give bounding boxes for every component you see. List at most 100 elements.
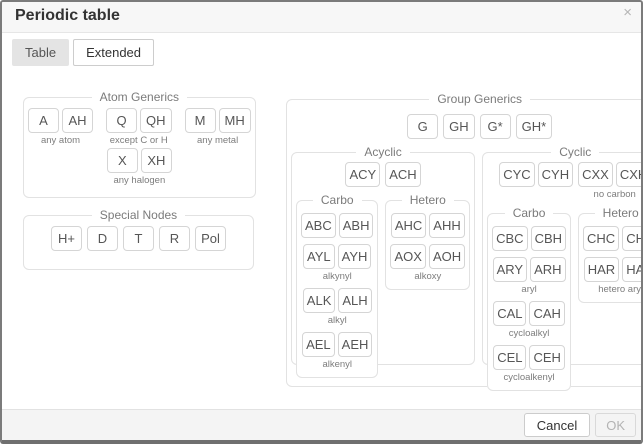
button-pol[interactable]: Pol	[195, 226, 226, 251]
button-cel[interactable]: CEL	[493, 345, 526, 370]
pair-caption: any halogen	[113, 175, 165, 186]
special-nodes-section: Special Nodes H+ D T R Pol	[23, 208, 254, 270]
button-pair-aryl: ARY ARH aryl	[492, 257, 566, 295]
button-g[interactable]: G	[407, 114, 438, 139]
special-nodes-legend: Special Nodes	[92, 208, 185, 222]
button-t[interactable]: T	[123, 226, 154, 251]
button-pair-alkoxy: AOX AOH alkoxy	[390, 244, 465, 282]
periodic-table-dialog: Periodic table × Table Extended Atom Gen…	[0, 0, 643, 444]
cancel-button[interactable]: Cancel	[524, 413, 590, 437]
cyclic-section: Cyclic CYC CYH CXX CXH no carbon	[482, 145, 643, 365]
button-d[interactable]: D	[87, 226, 118, 251]
close-icon[interactable]: ×	[623, 5, 632, 20]
button-hah[interactable]: HAH	[622, 257, 643, 282]
button-har[interactable]: HAR	[584, 257, 619, 282]
acyclic-hetero-section: Hetero AHC AHH AOX AOH	[385, 193, 470, 290]
cyclic-hetero-legend: Hetero	[595, 206, 643, 220]
button-aox[interactable]: AOX	[390, 244, 425, 269]
button-pair-except-c-or-h: Q QH except C or H	[106, 108, 172, 146]
button-pair-no-carbon: CXX CXH no carbon	[578, 162, 643, 200]
group-generics-row: G GH G* GH*	[291, 114, 643, 139]
pair-caption: any metal	[197, 135, 238, 146]
button-pair: ABC ABH	[301, 213, 373, 238]
atom-generics-legend: Atom Generics	[92, 90, 187, 104]
button-cal[interactable]: CAL	[493, 301, 526, 326]
button-alh[interactable]: ALH	[338, 288, 371, 313]
button-pair-cycloalkenyl: CEL CEH cycloalkenyl	[492, 345, 566, 383]
pair-caption: hetero aryl	[598, 284, 643, 295]
cyclic-columns: Carbo CBC CBH ARY ARH a	[487, 206, 643, 391]
pair-caption: no carbon	[594, 189, 636, 200]
acyclic-legend: Acyclic	[356, 145, 409, 159]
button-acy[interactable]: ACY	[345, 162, 380, 187]
button-r[interactable]: R	[159, 226, 190, 251]
special-nodes-row: H+ D T R Pol	[28, 226, 249, 251]
cyclic-carbo-section: Carbo CBC CBH ARY ARH a	[487, 206, 571, 391]
pair-caption: alkoxy	[414, 271, 441, 282]
button-xh[interactable]: XH	[141, 148, 172, 173]
atom-generics-row2: X XH any halogen	[28, 148, 251, 186]
acyclic-carbo-legend: Carbo	[313, 193, 362, 207]
acyclic-carbo-section: Carbo ABC ABH AYL AYH a	[296, 193, 378, 378]
cyclic-carbo-legend: Carbo	[505, 206, 554, 220]
pair-caption: cycloalkenyl	[503, 372, 554, 383]
pair-caption: alkenyl	[322, 359, 352, 370]
button-chc[interactable]: CHC	[583, 226, 619, 251]
pair-caption: alkynyl	[323, 271, 352, 282]
dialog-header: Periodic table ×	[2, 2, 641, 33]
button-pair-any-atom: A AH any atom	[28, 108, 93, 146]
cyclic-legend: Cyclic	[551, 145, 599, 159]
button-ayh[interactable]: AYH	[338, 244, 372, 269]
cyclic-hetero-section: Hetero CHC CHH HAR HAH	[578, 206, 643, 303]
button-ahh[interactable]: AHH	[429, 213, 464, 238]
button-ary[interactable]: ARY	[493, 257, 528, 282]
atom-generics-section: Atom Generics A AH any atom Q QH except …	[23, 90, 256, 198]
button-gh[interactable]: GH	[443, 114, 475, 139]
button-cbh[interactable]: CBH	[531, 226, 566, 251]
button-cxx[interactable]: CXX	[578, 162, 613, 187]
button-ael[interactable]: AEL	[302, 332, 335, 357]
tab-table[interactable]: Table	[12, 39, 69, 66]
button-cyc[interactable]: CYC	[499, 162, 534, 187]
button-cxh[interactable]: CXH	[616, 162, 643, 187]
button-aeh[interactable]: AEH	[338, 332, 373, 357]
button-qh[interactable]: QH	[140, 108, 172, 133]
pair-caption: except C or H	[110, 135, 168, 146]
button-chh[interactable]: CHH	[622, 226, 643, 251]
button-pair-alkynyl: AYL AYH alkynyl	[301, 244, 373, 282]
group-generics-section: Group Generics G GH G* GH* Acyclic ACY A…	[286, 92, 643, 387]
button-q[interactable]: Q	[106, 108, 137, 133]
button-mh[interactable]: MH	[219, 108, 251, 133]
button-ahc[interactable]: AHC	[391, 213, 426, 238]
button-h-plus[interactable]: H+	[51, 226, 82, 251]
button-abc[interactable]: ABC	[301, 213, 336, 238]
button-cyh[interactable]: CYH	[538, 162, 573, 187]
button-pair-any-metal: M MH any metal	[185, 108, 251, 146]
button-g-star[interactable]: G*	[480, 114, 511, 139]
button-ayl[interactable]: AYL	[303, 244, 335, 269]
tab-extended[interactable]: Extended	[73, 39, 154, 66]
button-x[interactable]: X	[107, 148, 138, 173]
atom-generics-row1: A AH any atom Q QH except C or H M MH an…	[28, 108, 251, 146]
button-aoh[interactable]: AOH	[429, 244, 465, 269]
dialog-footer: Cancel OK	[2, 409, 641, 440]
button-arh[interactable]: ARH	[530, 257, 565, 282]
tab-bar: Table Extended	[12, 39, 154, 66]
button-cah[interactable]: CAH	[529, 301, 564, 326]
button-pair: AHC AHH	[390, 213, 465, 238]
pair-caption: cycloalkyl	[509, 328, 550, 339]
button-abh[interactable]: ABH	[339, 213, 374, 238]
button-ah[interactable]: AH	[62, 108, 93, 133]
button-cbc[interactable]: CBC	[492, 226, 527, 251]
button-a[interactable]: A	[28, 108, 59, 133]
button-ceh[interactable]: CEH	[529, 345, 564, 370]
acyclic-columns: Carbo ABC ABH AYL AYH a	[296, 193, 470, 378]
pair-caption: aryl	[521, 284, 536, 295]
button-alk[interactable]: ALK	[303, 288, 336, 313]
button-m[interactable]: M	[185, 108, 216, 133]
cyclic-row: CYC CYH CXX CXH no carbon	[487, 162, 643, 200]
button-pair: CBC CBH	[492, 226, 566, 251]
button-ach[interactable]: ACH	[385, 162, 420, 187]
ok-button[interactable]: OK	[595, 413, 636, 437]
button-gh-star[interactable]: GH*	[516, 114, 553, 139]
